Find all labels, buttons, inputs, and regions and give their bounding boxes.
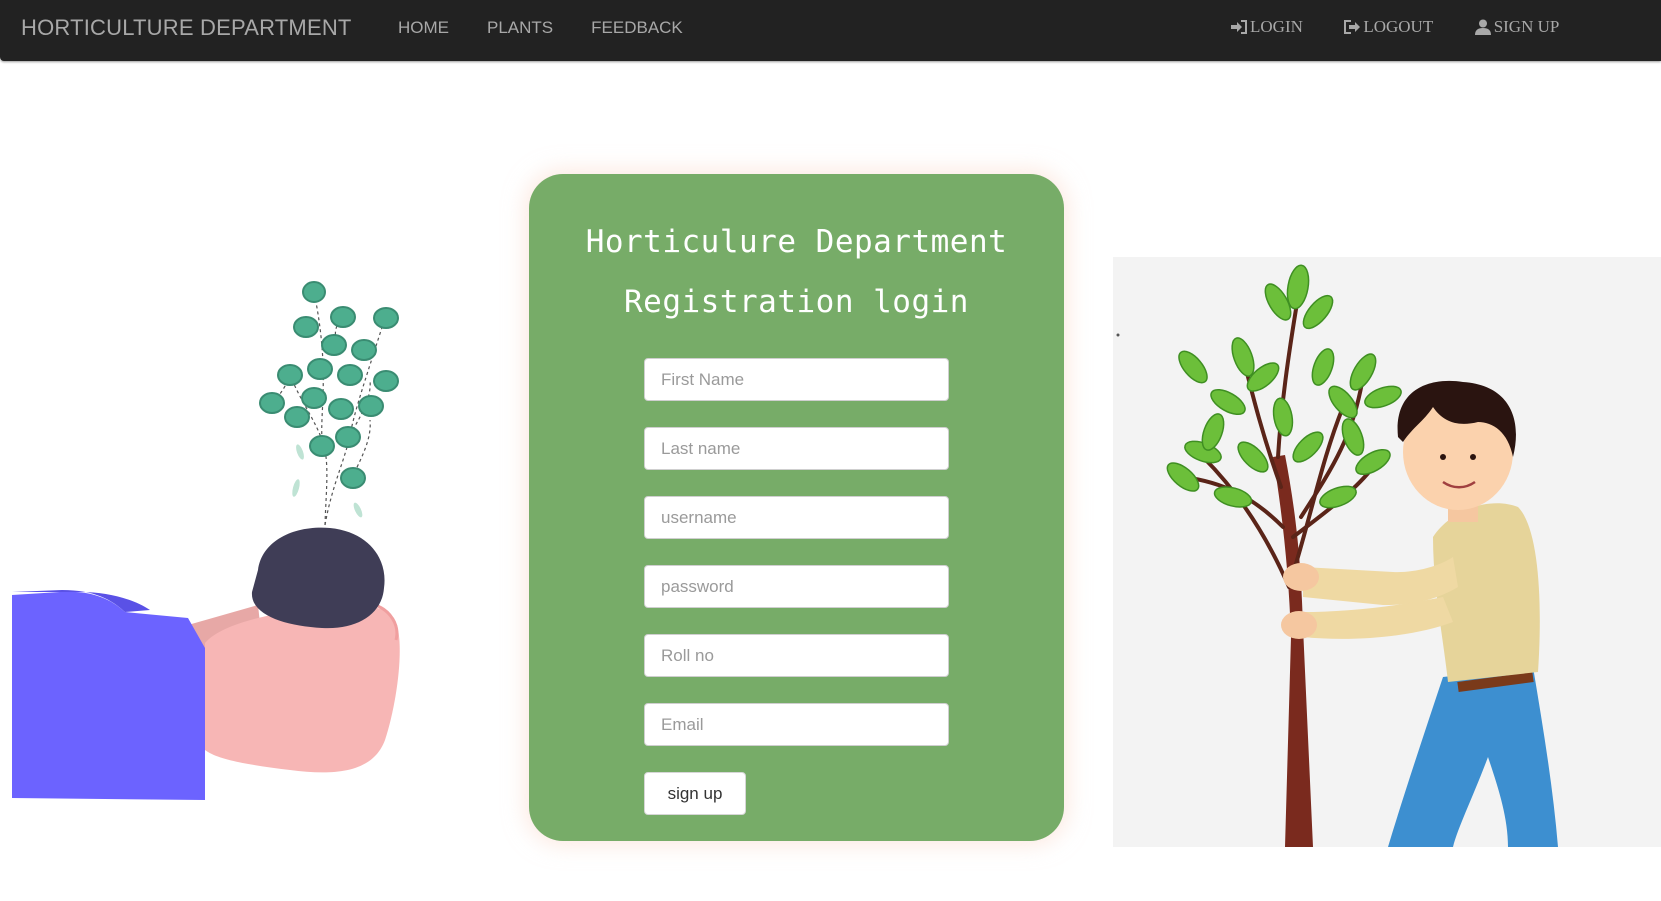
registration-card: Horticulure Department Registration logi… bbox=[529, 174, 1064, 841]
last-name-field[interactable] bbox=[644, 427, 949, 470]
navbar: HORTICULTURE DEPARTMENT HOME PLANTS FEED… bbox=[0, 0, 1661, 61]
brand-link[interactable]: HORTICULTURE DEPARTMENT bbox=[21, 15, 352, 41]
nav-logout-link[interactable]: LOGOUT bbox=[1343, 17, 1433, 37]
nav-signup-label: SIGN UP bbox=[1493, 17, 1560, 36]
email-field[interactable] bbox=[644, 703, 949, 746]
nav-signup-link[interactable]: SIGN UP bbox=[1474, 17, 1560, 37]
logout-icon bbox=[1344, 20, 1361, 34]
sign-up-button[interactable]: sign up bbox=[644, 772, 746, 815]
nav-links: HOME PLANTS FEEDBACK bbox=[398, 18, 721, 38]
password-field[interactable] bbox=[644, 565, 949, 608]
username-field[interactable] bbox=[644, 496, 949, 539]
nav-login-label: LOGIN bbox=[1250, 17, 1303, 36]
user-icon bbox=[1474, 19, 1491, 35]
login-icon bbox=[1231, 20, 1247, 34]
form-subtitle: Registration login bbox=[624, 284, 969, 320]
roll-number-field[interactable] bbox=[644, 634, 949, 677]
nav-plants-link[interactable]: PLANTS bbox=[487, 18, 553, 38]
boy-planting-tree-illustration bbox=[1113, 257, 1661, 847]
nav-home-link[interactable]: HOME bbox=[398, 18, 449, 38]
nav-logout-label: LOGOUT bbox=[1363, 17, 1434, 36]
form-title: Horticulure Department bbox=[585, 224, 1008, 260]
nav-feedback-link[interactable]: FEEDBACK bbox=[591, 18, 683, 38]
first-name-field[interactable] bbox=[644, 358, 949, 401]
hand-holding-plant-illustration bbox=[12, 281, 400, 800]
nav-login-link[interactable]: LOGIN bbox=[1230, 17, 1303, 37]
nav-auth-links: LOGIN LOGOUT SIGN UP bbox=[1230, 17, 1559, 40]
